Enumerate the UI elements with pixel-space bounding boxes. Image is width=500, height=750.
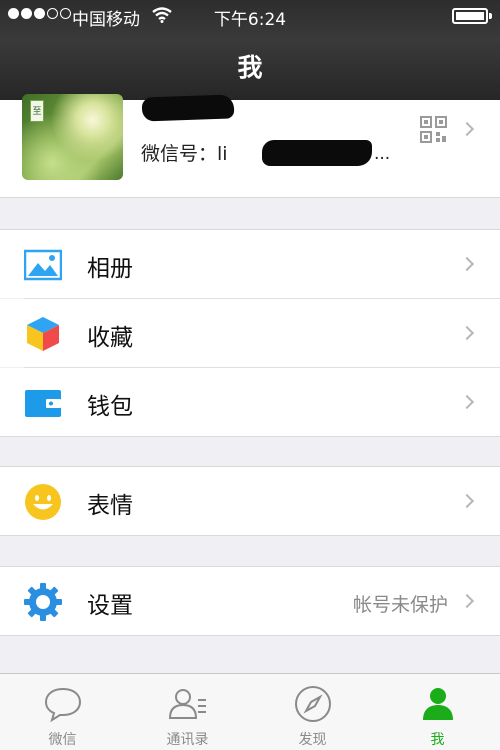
album-label: 相册 — [87, 256, 133, 282]
settings-label: 设置 — [87, 593, 133, 619]
qr-code-icon[interactable] — [420, 116, 447, 143]
menu-item-album[interactable]: 相册 — [0, 230, 500, 298]
cube-icon — [27, 317, 59, 351]
menu-item-stickers[interactable]: 表情 — [0, 467, 500, 535]
menu-item-wallet[interactable]: 钱包 — [0, 368, 500, 436]
smiley-icon — [25, 484, 61, 520]
page-title: 我 — [237, 53, 263, 82]
compass-icon — [295, 686, 331, 722]
contacts-icon — [168, 689, 206, 719]
wallet-label: 钱包 — [87, 394, 133, 420]
tab-discover[interactable]: 发现 — [250, 674, 375, 750]
chevron-right-icon — [459, 394, 475, 410]
wallet-icon — [25, 390, 61, 417]
wechat-id-redacted — [262, 140, 372, 166]
photo-icon — [24, 249, 62, 281]
menu-item-settings[interactable]: 设置 帐号未保护 — [0, 567, 500, 635]
nickname-redacted — [141, 94, 235, 122]
top-bar: 中国移动 下午6:24 我 — [0, 0, 500, 100]
menu-item-favorites[interactable]: 收藏 — [0, 299, 500, 367]
wechat-id-label: 微信号：li — [141, 143, 228, 165]
status-time: 下午6:24 — [213, 10, 287, 30]
stickers-label: 表情 — [87, 493, 133, 519]
tab-label: 微信 — [48, 732, 77, 748]
avatar[interactable]: 至 — [22, 94, 123, 180]
chevron-right-icon — [459, 121, 475, 137]
tab-label: 我 — [430, 732, 445, 748]
chat-bubble-icon — [44, 687, 82, 723]
gear-icon — [24, 583, 62, 621]
chevron-right-icon — [459, 593, 475, 609]
chevron-right-icon — [459, 325, 475, 341]
wechat-id-ellipsis: ... — [374, 144, 391, 164]
battery-icon — [452, 8, 492, 24]
tab-label: 通讯录 — [166, 732, 209, 748]
person-icon — [423, 688, 453, 720]
profile-card[interactable]: 至 微信号：li ... — [0, 94, 500, 198]
tab-label: 发现 — [298, 732, 327, 748]
tab-contacts[interactable]: 通讯录 — [125, 674, 250, 750]
status-bar: 中国移动 下午6:24 — [0, 0, 500, 32]
tab-chats[interactable]: 微信 — [0, 674, 125, 750]
tab-bar: 微信 通讯录 发现 我 — [0, 673, 500, 750]
tab-me[interactable]: 我 — [375, 674, 500, 750]
favorites-label: 收藏 — [87, 325, 133, 351]
chevron-right-icon — [459, 256, 475, 272]
chevron-right-icon — [459, 493, 475, 509]
account-status-text: 帐号未保护 — [352, 594, 448, 616]
